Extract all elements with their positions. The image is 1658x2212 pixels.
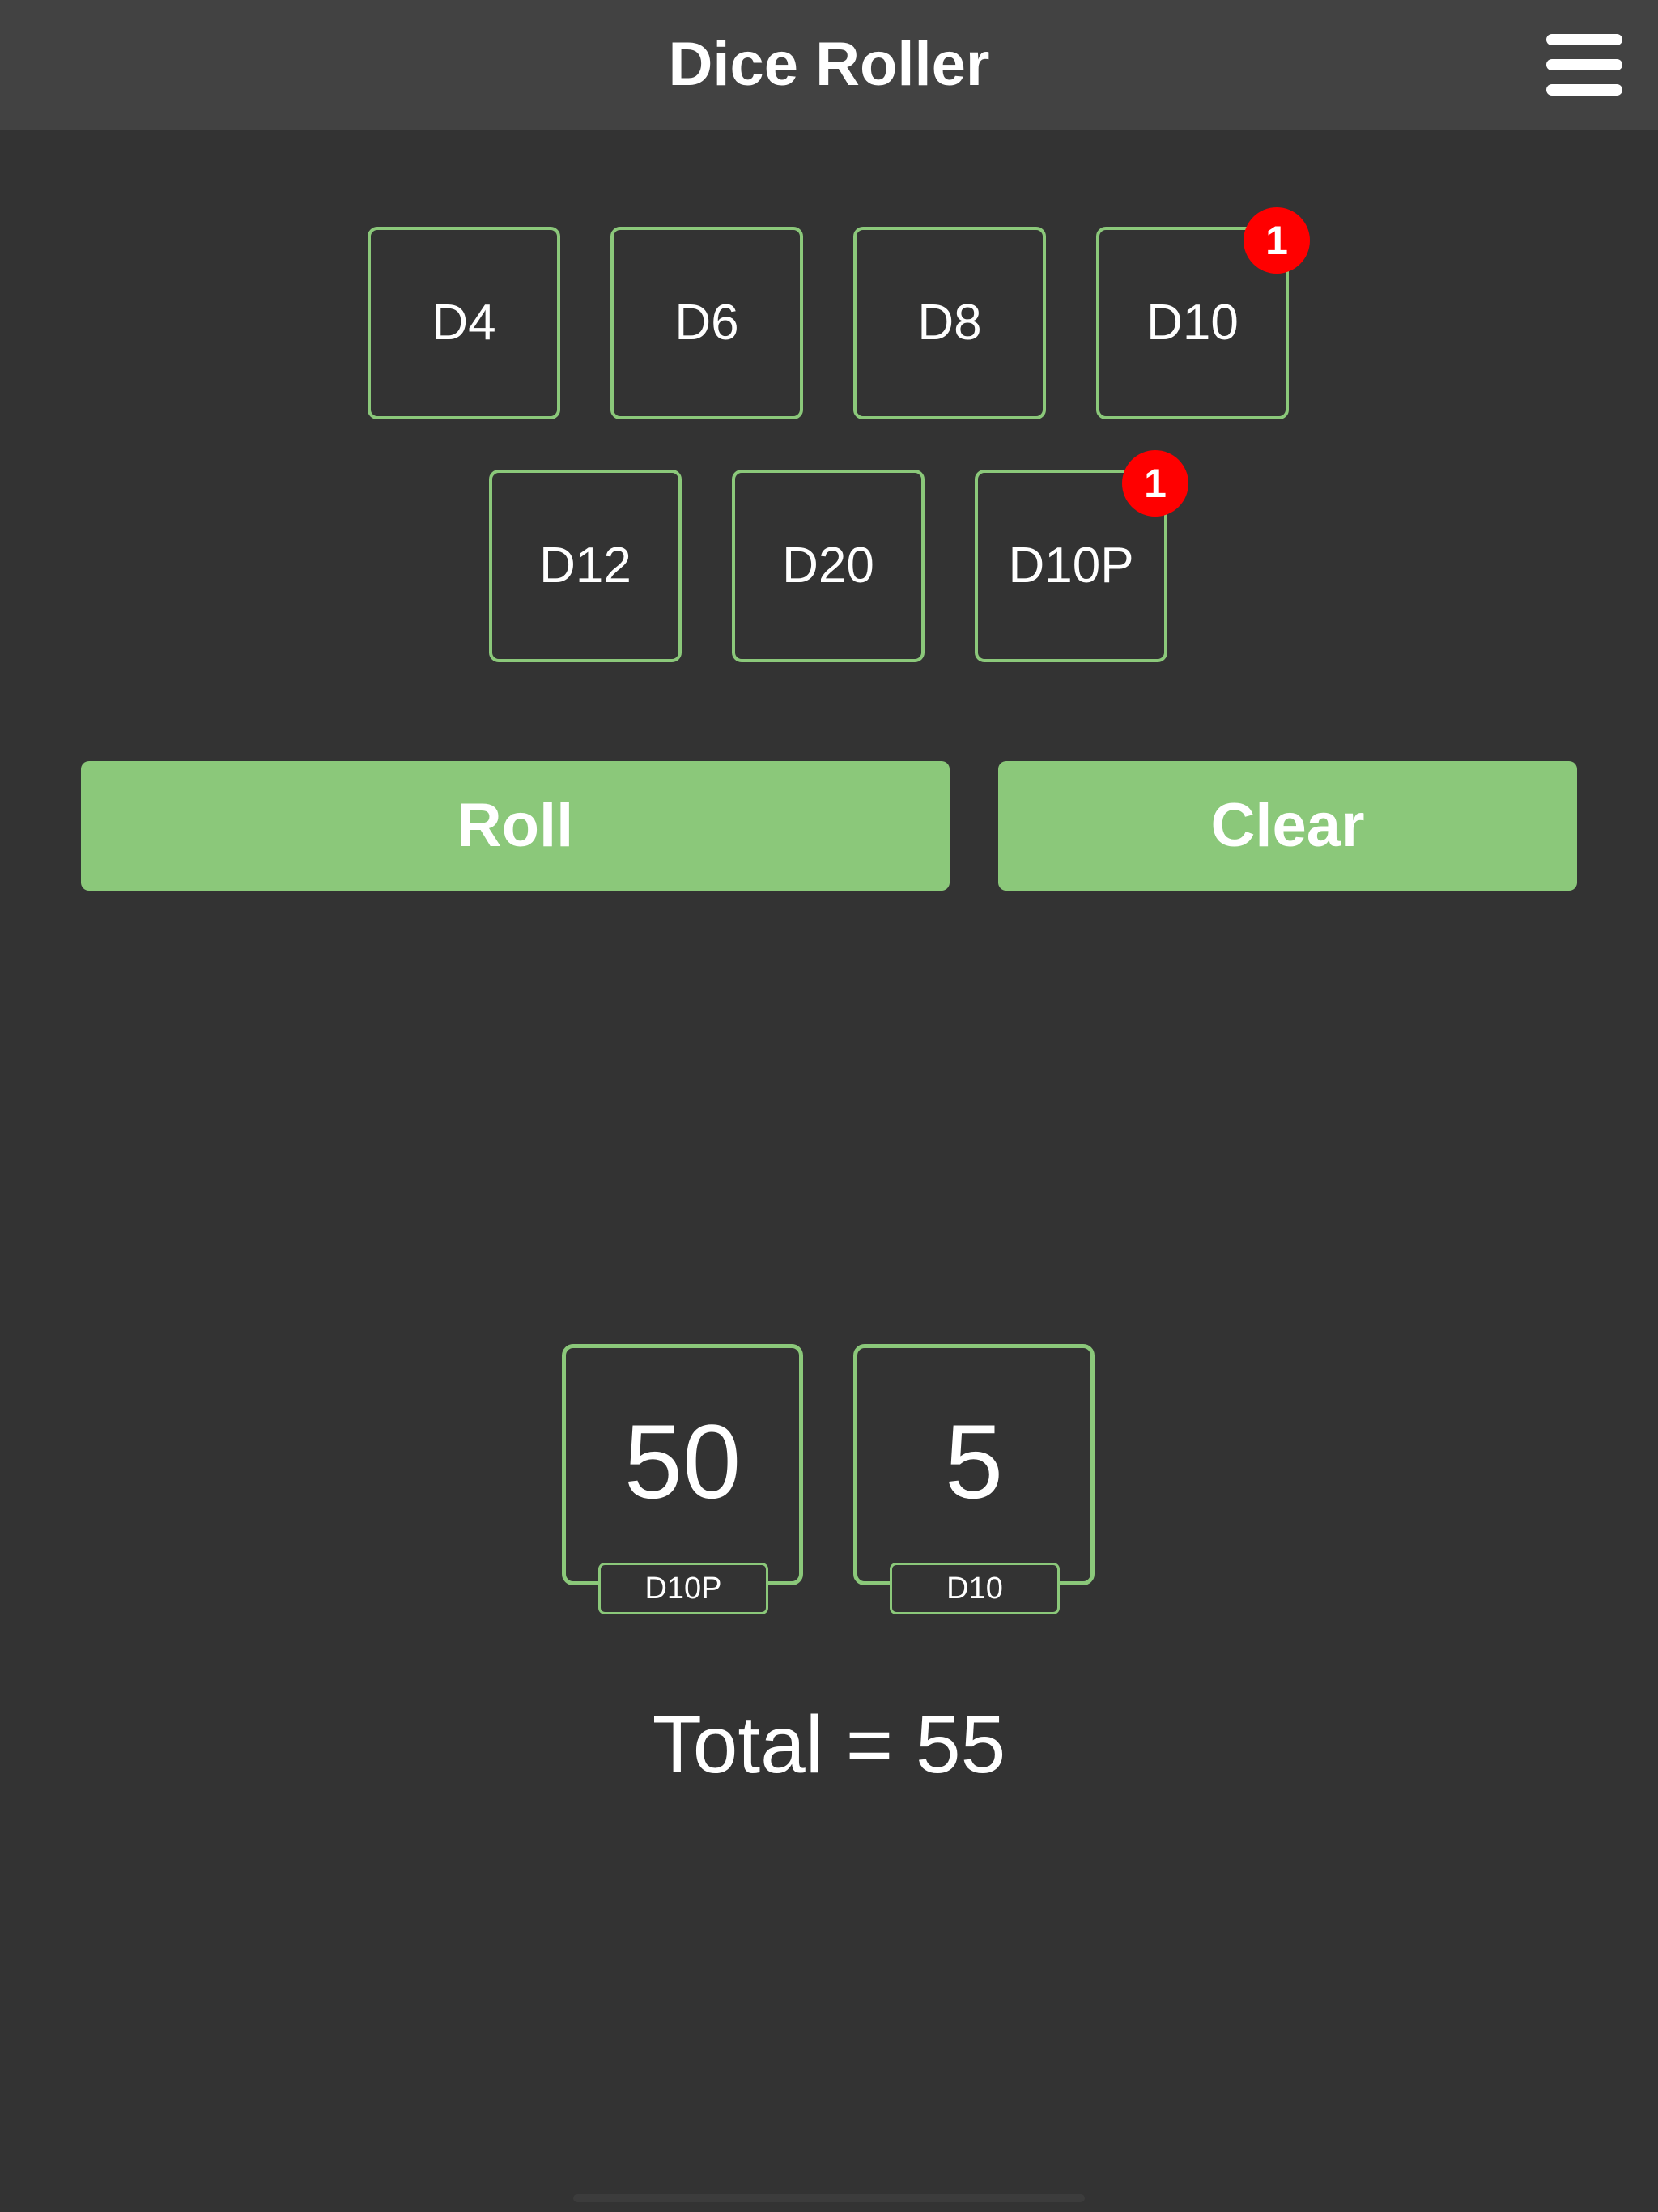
d10-count-badge: 1 xyxy=(1244,207,1310,274)
die-label: D4 xyxy=(432,295,496,351)
die-label: D12 xyxy=(539,538,631,593)
die-button-d4[interactable]: D4 xyxy=(368,227,560,419)
die-label: D6 xyxy=(674,295,739,351)
result-die-d10p: 50 D10P xyxy=(562,1344,803,1614)
home-indicator[interactable] xyxy=(573,2194,1085,2202)
menu-bar-top xyxy=(1546,34,1622,45)
die-button-d20[interactable]: D20 xyxy=(732,470,925,662)
die-button-d12[interactable]: D12 xyxy=(489,470,682,662)
result-value: 50 xyxy=(623,1402,742,1521)
die-label: D20 xyxy=(782,538,874,593)
page-title: Dice Roller xyxy=(668,30,990,99)
dice-roller-app: Dice Roller D4 D6 D8 D10 1 D12 D20 D10P … xyxy=(0,0,1658,2212)
total-text: Total = 55 xyxy=(652,1699,1006,1790)
menu-bar-middle xyxy=(1546,59,1622,70)
die-label: D8 xyxy=(917,295,982,351)
die-button-d6[interactable]: D6 xyxy=(610,227,803,419)
result-die-tag: D10P xyxy=(598,1563,768,1614)
result-value: 5 xyxy=(944,1402,1004,1521)
hamburger-menu-icon[interactable] xyxy=(1538,31,1629,99)
roll-button-label: Roll xyxy=(457,791,574,860)
roll-button[interactable]: Roll xyxy=(81,761,950,891)
die-button-d8[interactable]: D8 xyxy=(853,227,1046,419)
clear-button-label: Clear xyxy=(1210,791,1365,860)
menu-bar-bottom xyxy=(1546,84,1622,96)
clear-button[interactable]: Clear xyxy=(998,761,1577,891)
result-die-d10: 5 D10 xyxy=(853,1344,1095,1614)
result-die-tag: D10 xyxy=(890,1563,1060,1614)
d10p-count-badge: 1 xyxy=(1122,450,1188,517)
header-bar: Dice Roller xyxy=(0,0,1658,130)
